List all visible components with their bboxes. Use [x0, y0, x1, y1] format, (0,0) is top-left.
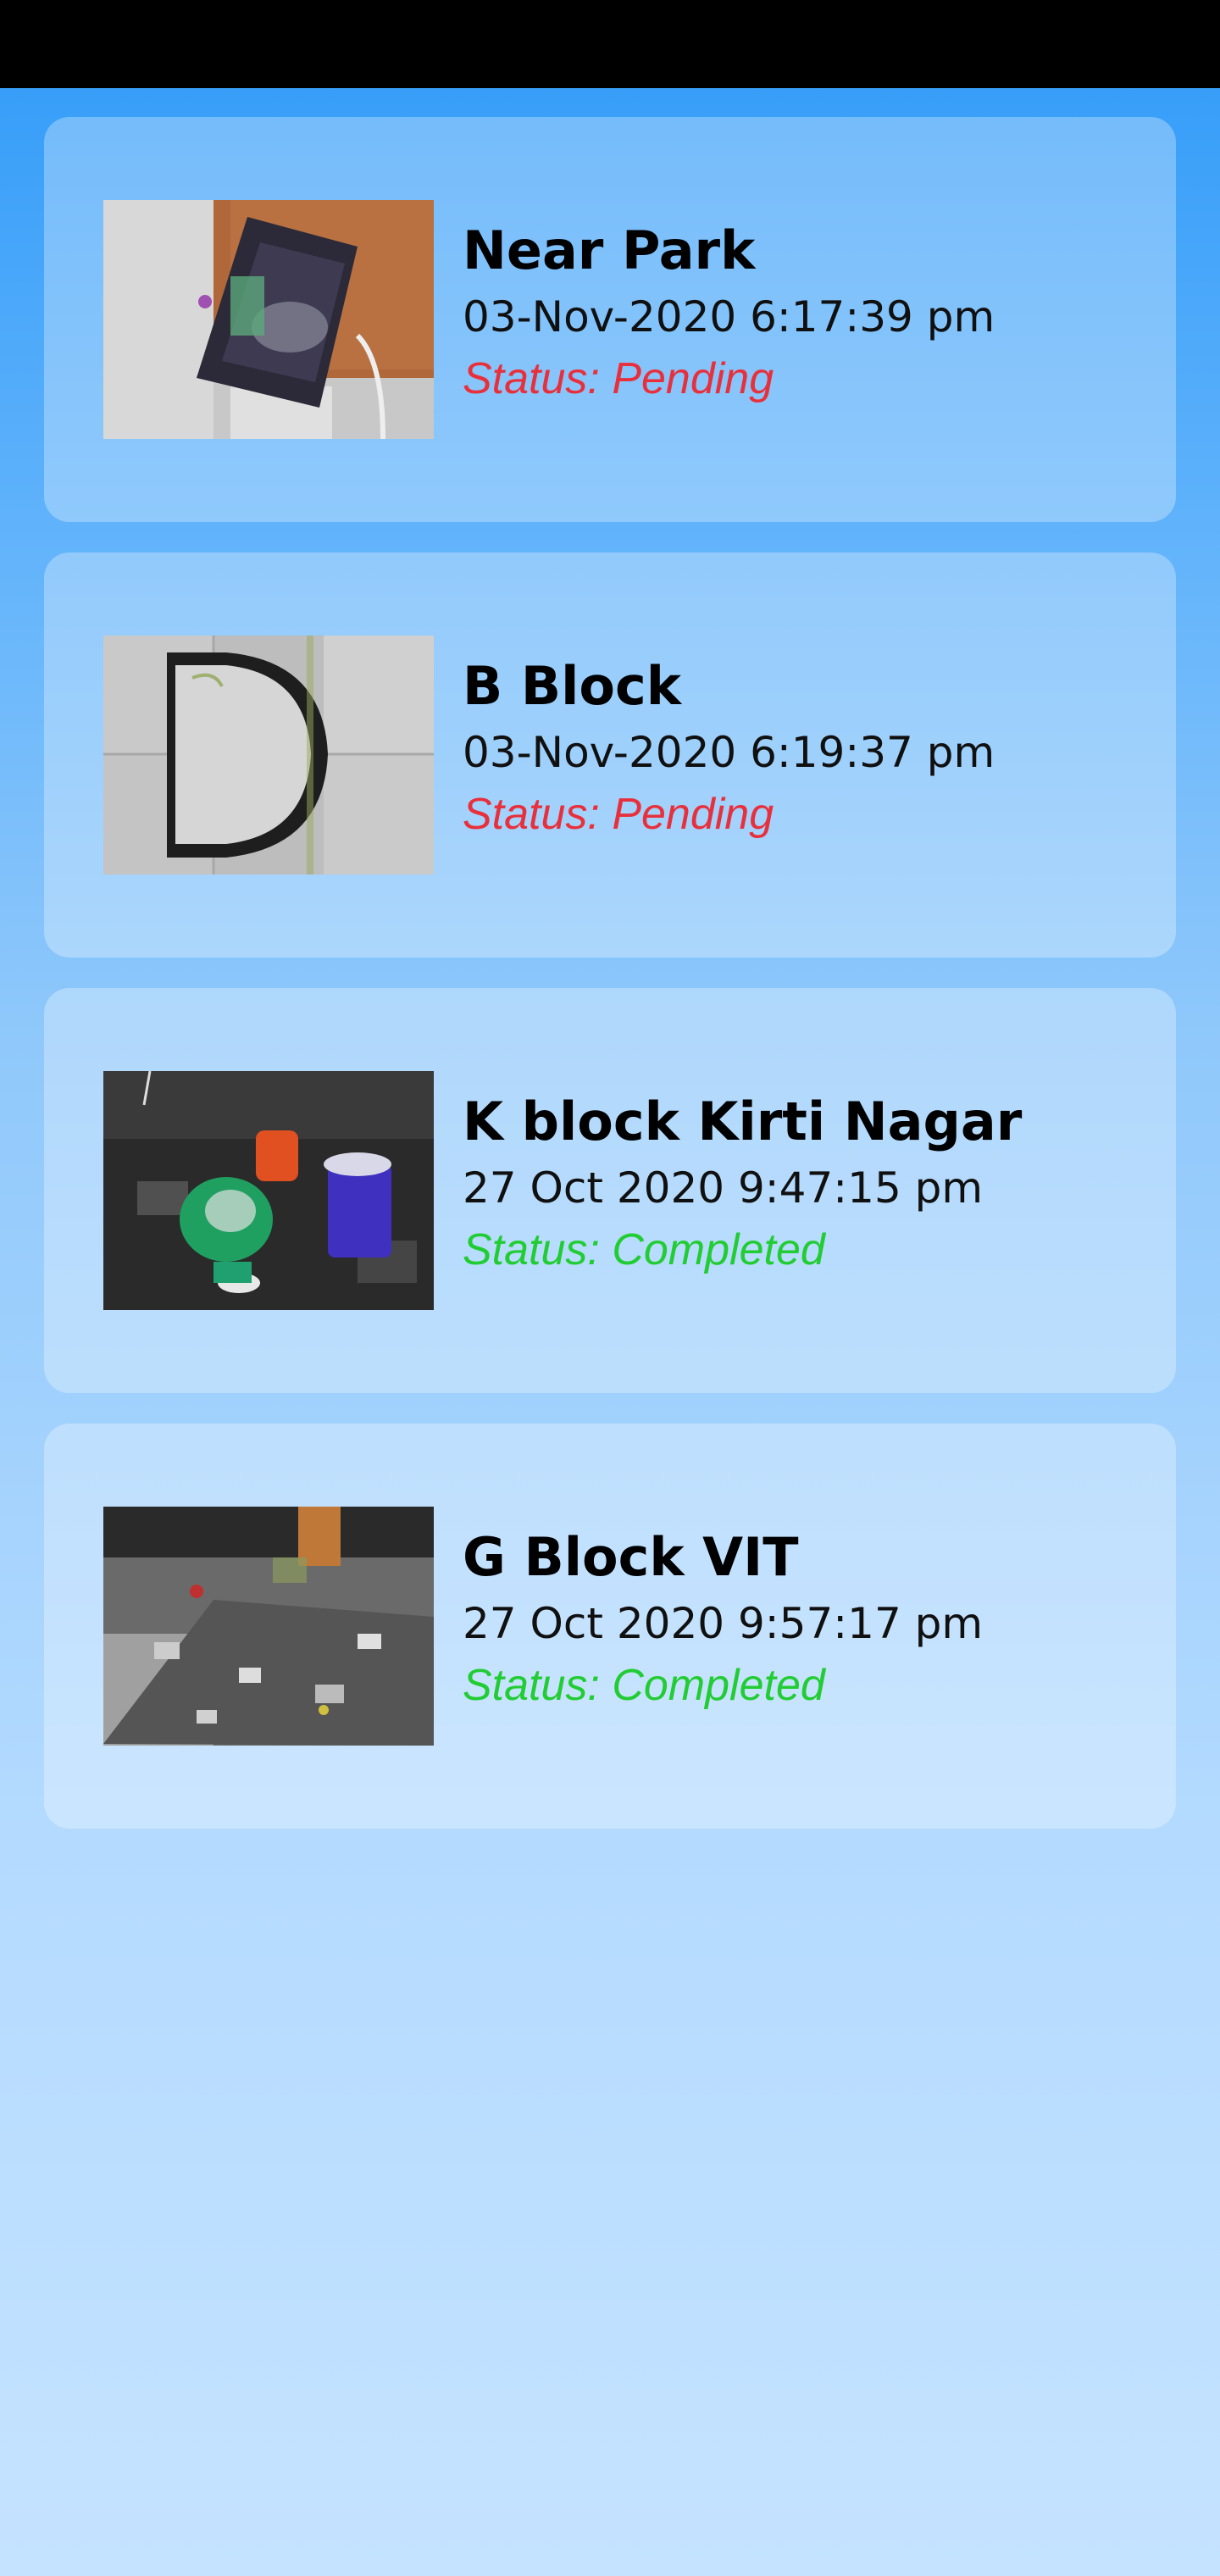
report-title: G Block VIT: [463, 1526, 799, 1588]
report-thumbnail: [103, 1507, 434, 1746]
report-title: B Block: [463, 655, 681, 717]
report-title: K block Kirti Nagar: [463, 1091, 1023, 1152]
report-datetime: 27 Oct 2020 9:57:17 pm: [463, 1599, 984, 1648]
report-datetime: 03-Nov-2020 6:17:39 pm: [463, 292, 995, 341]
report-list: Near Park 03-Nov-2020 6:17:39 pm Status:…: [44, 117, 1176, 1859]
report-status: Status: Pending: [463, 354, 774, 403]
report-status: Status: Completed: [463, 1661, 825, 1710]
report-card[interactable]: G Block VIT 27 Oct 2020 9:57:17 pm Statu…: [44, 1424, 1176, 1829]
report-status: Status: Completed: [463, 1225, 825, 1274]
report-datetime: 27 Oct 2020 9:47:15 pm: [463, 1163, 984, 1213]
report-status: Status: Pending: [463, 790, 774, 839]
report-thumbnail: [103, 636, 434, 874]
report-datetime: 03-Nov-2020 6:19:37 pm: [463, 728, 995, 777]
report-card[interactable]: K block Kirti Nagar 27 Oct 2020 9:47:15 …: [44, 988, 1176, 1393]
status-bar: [0, 0, 1220, 88]
report-thumbnail: [103, 1071, 434, 1310]
report-title: Near Park: [463, 219, 756, 281]
report-thumbnail: [103, 200, 434, 439]
report-card[interactable]: B Block 03-Nov-2020 6:19:37 pm Status: P…: [44, 552, 1176, 958]
report-card[interactable]: Near Park 03-Nov-2020 6:17:39 pm Status:…: [44, 117, 1176, 522]
